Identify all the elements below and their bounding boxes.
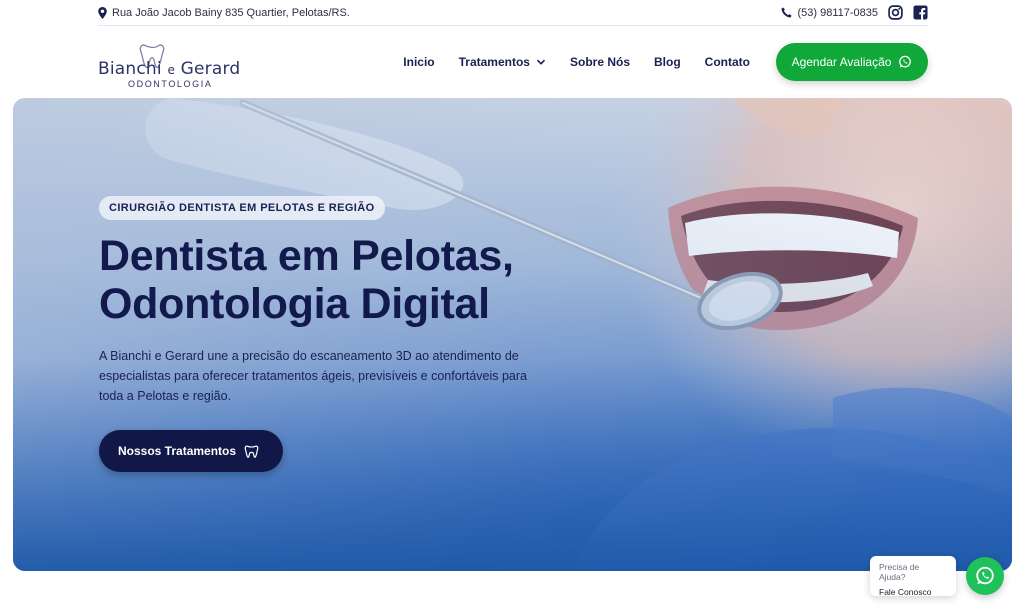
facebook-icon[interactable] [913,5,928,20]
nav-item-inicio[interactable]: Inicio [403,55,434,69]
whatsapp-icon [899,55,912,68]
brand-name-left: Bianchi [98,59,162,79]
whatsapp-icon [976,566,994,585]
hero-eyebrow-badge: CIRURGIÃO DENTISTA EM PELOTAS E REGIÃO [99,196,385,220]
whatsapp-chat-button[interactable] [966,557,1004,595]
hero-title-line-1: Dentista em Pelotas, [99,232,514,280]
schedule-evaluation-button[interactable]: Agendar Avaliação [776,43,928,81]
brand-name-join: e [167,63,176,77]
help-chat-bubble[interactable]: Precisa de Ajuda? Fale Conosco [870,556,956,597]
our-treatments-label: Nossos Tratamentos [118,444,237,458]
schedule-evaluation-label: Agendar Avaliação [791,55,892,69]
nav-item-label: Blog [654,55,681,69]
nav-item-blog[interactable]: Blog [654,55,681,69]
main-nav: Inicio Tratamentos Sobre Nós Blog Contat… [403,55,750,69]
nav-item-tratamentos[interactable]: Tratamentos [459,55,546,69]
nav-item-label: Contato [704,55,750,69]
nav-item-sobre-nos[interactable]: Sobre Nós [570,55,630,69]
nav-item-contato[interactable]: Contato [705,55,750,69]
our-treatments-button[interactable]: Nossos Tratamentos [99,430,284,472]
hero-title: Dentista em Pelotas, Odontologia Digital [99,232,639,328]
brand-logo[interactable]: Bianchi e Gerard ODONTOLOGIA [98,32,240,92]
brand-name: Bianchi e Gerard [98,59,240,79]
address-text: Rua João Jacob Bainy 835 Quartier, Pelot… [112,6,350,19]
top-bar-inner: Rua João Jacob Bainy 835 Quartier, Pelot… [98,0,928,26]
phone-link[interactable]: (53) 98117-0835 [781,7,878,19]
hero-description: A Bianchi e Gerard une a precisão do esc… [99,349,527,403]
instagram-icon[interactable] [888,5,903,20]
help-question: Precisa de Ajuda? [879,562,920,582]
map-pin-icon [98,6,107,19]
nav-item-label: Sobre Nós [569,55,630,69]
help-answer: Fale Conosco [879,587,932,597]
contact-links: (53) 98117-0835 [781,5,928,20]
brand-name-right: Gerard [180,59,241,79]
brand-subtitle: ODONTOLOGIA [128,79,213,89]
hero-content: CIRURGIÃO DENTISTA EM PELOTAS E REGIÃO D… [99,196,639,472]
hero-title-line-2: Odontologia Digital [99,280,490,328]
phone-text: (53) 98117-0835 [797,6,878,19]
chevron-down-icon [536,59,546,65]
nav-item-label: Inicio [403,55,435,69]
site-header: Bianchi e Gerard ODONTOLOGIA Inicio Trat… [98,30,928,94]
address: Rua João Jacob Bainy 835 Quartier, Pelot… [98,6,350,19]
top-bar: Rua João Jacob Bainy 835 Quartier, Pelot… [0,0,1024,26]
phone-icon [782,7,793,18]
tooth-icon [244,445,259,458]
hero-section: CIRURGIÃO DENTISTA EM PELOTAS E REGIÃO D… [13,98,1012,571]
nav-item-label: Tratamentos [458,55,530,69]
